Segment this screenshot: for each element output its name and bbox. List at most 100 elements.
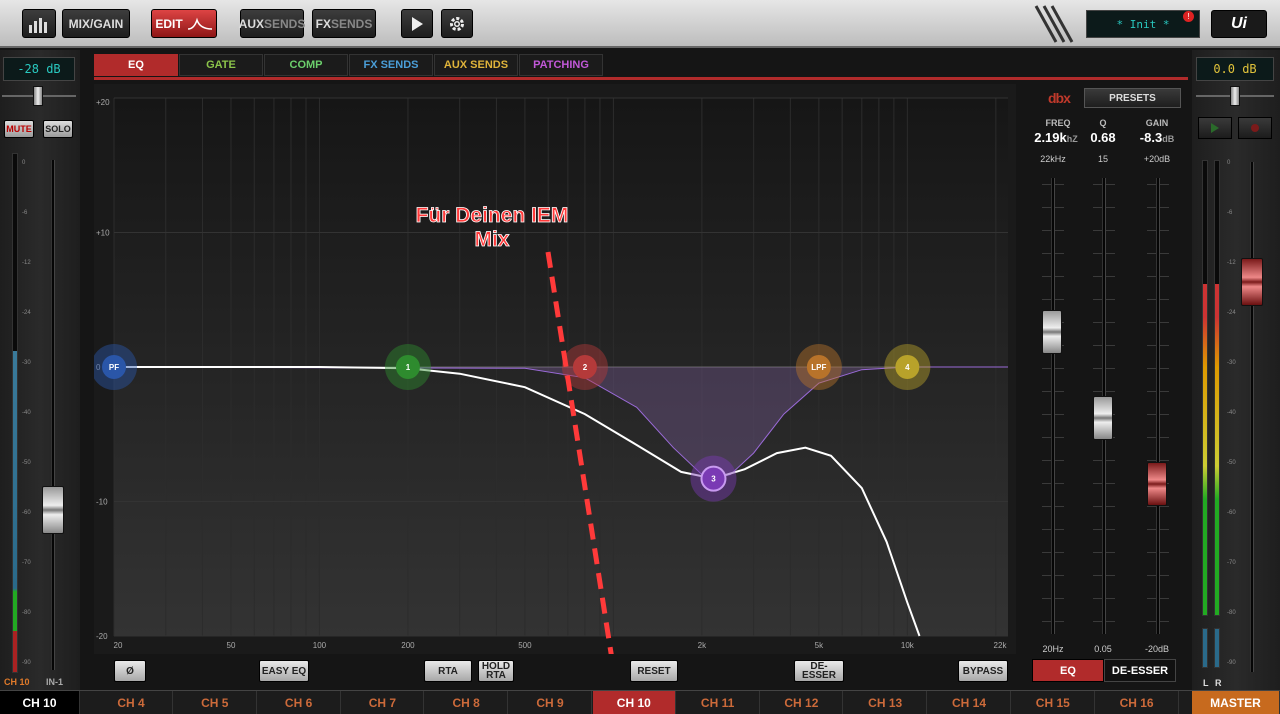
eq-node-label: 4 xyxy=(905,363,910,372)
annotation-text-line1: Für Deinen IEM xyxy=(416,204,569,227)
scale-label: -40 xyxy=(1227,410,1236,416)
y-tick-label: +20 xyxy=(96,98,110,107)
tab-gate[interactable]: GATE xyxy=(179,54,263,76)
master-fader[interactable] xyxy=(1241,258,1263,306)
eq-node-label: LPF xyxy=(811,363,826,372)
de-esser-mode-button[interactable]: DE-ESSER xyxy=(1104,659,1176,682)
scale-label: 0 xyxy=(1227,160,1231,166)
eq-node-label: 3 xyxy=(711,475,716,484)
scale-label: 0 xyxy=(22,160,26,166)
mute-button[interactable]: MUTE xyxy=(4,120,34,138)
settings-button[interactable] xyxy=(441,9,473,38)
aux-sends-label: SENDS xyxy=(264,16,306,31)
ui-logo[interactable]: Ui xyxy=(1211,10,1267,38)
left-channel-strip: -28 dB MUTE SOLO 0 -6 -12 -24 -30 -40 -50 -60 -7… xyxy=(0,50,80,690)
record-icon xyxy=(1251,124,1259,132)
freq-value: 2.19k xyxy=(1034,130,1067,145)
hold-rta-label: RTA xyxy=(486,670,506,681)
q-value: 0.68 xyxy=(1090,130,1116,145)
edit-tabs: EQ GATE COMP FX SENDS AUX SENDS PATCHING xyxy=(94,54,603,78)
easy-eq-button[interactable]: EASY EQ xyxy=(259,660,309,682)
x-tick-label: 200 xyxy=(401,641,415,650)
phase-button[interactable]: Ø xyxy=(114,660,146,682)
scale-label: -6 xyxy=(1227,210,1233,216)
rta-button[interactable]: RTA xyxy=(424,660,472,682)
master-play-button[interactable] xyxy=(1198,117,1232,139)
channel-button-ch-11[interactable]: CH 11 xyxy=(677,691,760,714)
channel-fader[interactable] xyxy=(42,486,64,534)
tab-aux-sends[interactable]: AUX SENDS xyxy=(434,54,518,76)
fader-track xyxy=(51,160,55,670)
gain-min-label: -20dB xyxy=(1144,644,1170,654)
eq-mode-button[interactable]: EQ xyxy=(1032,659,1104,682)
channel-button-ch-12[interactable]: CH 12 xyxy=(760,691,844,714)
bypass-button[interactable]: BYPASS xyxy=(958,660,1008,682)
gear-icon xyxy=(450,16,464,31)
aux-sends-button[interactable]: AUX SENDS xyxy=(239,9,306,38)
solo-button[interactable]: SOLO xyxy=(43,120,73,138)
fx-sends-button[interactable]: FX SENDS xyxy=(312,9,376,38)
y-tick-label: -10 xyxy=(96,498,108,507)
eq-node-3[interactable]: 3 xyxy=(690,455,737,502)
freq-max-label: 22kHz xyxy=(1040,154,1066,164)
channel-bar: CH 10 CH 4 CH 5 CH 6 CH 7 CH 8 CH 9 CH 10 CH 11… xyxy=(0,690,1280,714)
meters-button[interactable] xyxy=(22,9,56,38)
hold-rta-button[interactable]: HOLD RTA xyxy=(478,660,514,682)
eq-node-1[interactable]: 1 xyxy=(384,344,431,390)
channel-button-ch-7[interactable]: CH 7 xyxy=(341,691,425,714)
channel-button-ch-5[interactable]: CH 5 xyxy=(174,691,257,714)
pan-knob[interactable] xyxy=(33,86,43,106)
q-max-label: 15 xyxy=(1097,154,1108,164)
master-meter-left-low xyxy=(1202,628,1208,668)
master-strip: 0.0 dB L R 0 -6 -12 -24 -30 -40 -50 -60 -70 -80 -9… xyxy=(1192,50,1280,690)
scale-label: -12 xyxy=(22,260,31,266)
mix-gain-button[interactable]: MIX/GAIN xyxy=(62,9,130,38)
master-pan-knob[interactable] xyxy=(1230,86,1240,106)
channel-button-ch-8[interactable]: CH 8 xyxy=(425,691,509,714)
tab-eq[interactable]: EQ xyxy=(94,54,178,76)
channel-button-ch-10[interactable]: CH 10 xyxy=(592,691,676,714)
q-slider[interactable] xyxy=(1093,396,1113,440)
scale-label: -24 xyxy=(1227,310,1236,316)
x-tick-label: 5k xyxy=(815,641,824,650)
channel-button-ch-4[interactable]: CH 4 xyxy=(90,691,173,714)
current-channel-label[interactable]: CH 10 xyxy=(0,691,80,714)
channel-button-ch-14[interactable]: CH 14 xyxy=(928,691,1011,714)
gain-unit: dB xyxy=(1162,134,1175,144)
reset-button[interactable]: RESET xyxy=(630,660,678,682)
edit-button[interactable]: EDIT xyxy=(151,9,217,38)
master-channel-button[interactable]: MASTER xyxy=(1192,691,1280,714)
x-tick-label: 20 xyxy=(114,641,123,650)
q-label: Q xyxy=(1099,118,1107,128)
eq-node-4[interactable]: 4 xyxy=(884,344,931,390)
gain-slider-track xyxy=(1156,178,1160,634)
master-gain-display: 0.0 dB xyxy=(1196,57,1274,81)
channel-button-ch-9[interactable]: CH 9 xyxy=(509,691,592,714)
scale-label: -90 xyxy=(22,660,31,666)
eq-graph[interactable]: +20+100-10-20 20 50 100 200 500 2k 5k 10k 22k PF… xyxy=(94,84,1016,654)
scale-label: -12 xyxy=(1227,260,1236,266)
scale-label: -50 xyxy=(1227,460,1236,466)
channel-button-ch-13[interactable]: CH 13 xyxy=(844,691,928,714)
strip-channel-label: CH 10 xyxy=(4,677,30,687)
play-button[interactable] xyxy=(401,9,433,38)
brand-stripes-icon xyxy=(1034,5,1074,43)
freq-min-label: 20Hz xyxy=(1042,644,1064,654)
channel-button-ch-15[interactable]: CH 15 xyxy=(1012,691,1095,714)
master-meter-left xyxy=(1202,160,1208,616)
de-esser-bottom-button[interactable]: DE-ESSER xyxy=(794,660,844,682)
tab-fx-sends[interactable]: FX SENDS xyxy=(349,54,433,76)
tab-comp[interactable]: COMP xyxy=(264,54,348,76)
channel-button-ch-6[interactable]: CH 6 xyxy=(258,691,341,714)
eq-node-lpf[interactable]: LPF xyxy=(795,344,842,390)
channel-button-ch-16[interactable]: CH 16 xyxy=(1096,691,1179,714)
q-min-label: 0.05 xyxy=(1094,644,1112,654)
gain-max-label: +20dB xyxy=(1143,154,1171,164)
master-record-button[interactable] xyxy=(1238,117,1272,139)
presets-button[interactable]: PRESETS xyxy=(1084,88,1181,108)
freq-slider[interactable] xyxy=(1042,310,1062,354)
tab-patching[interactable]: PATCHING xyxy=(519,54,603,76)
master-gain-value: 0.0 dB xyxy=(1213,62,1257,76)
gain-slider[interactable] xyxy=(1147,462,1167,506)
annotation-text-line2: Mix xyxy=(474,228,509,251)
